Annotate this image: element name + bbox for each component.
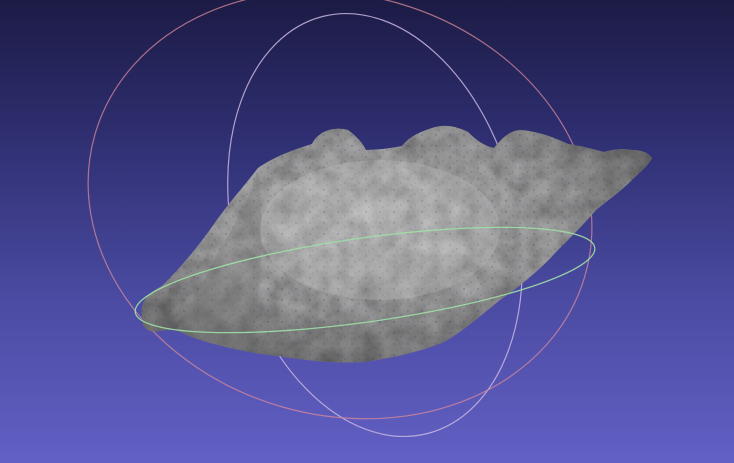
3d-viewport[interactable] — [0, 0, 734, 463]
3d-scene[interactable] — [0, 0, 734, 463]
mesh-model[interactable] — [141, 125, 652, 363]
